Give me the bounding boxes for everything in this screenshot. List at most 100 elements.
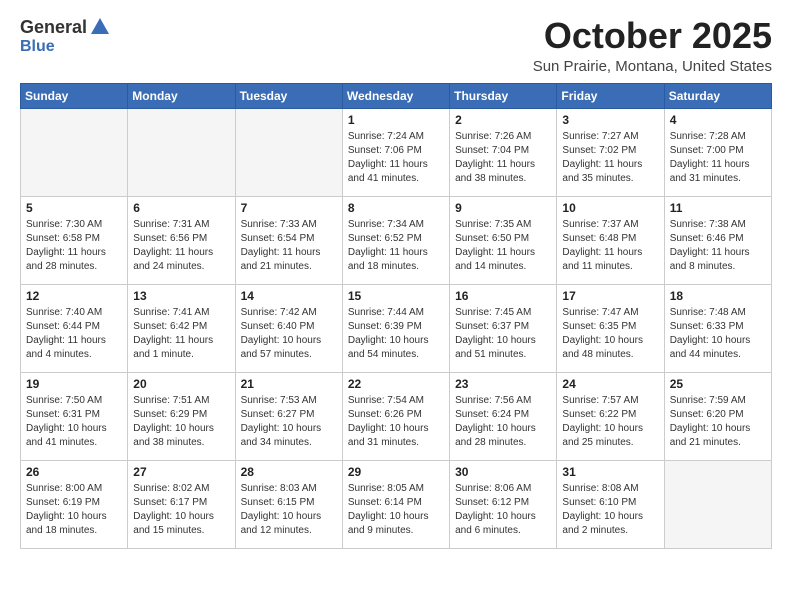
logo-blue-text: Blue xyxy=(20,38,55,56)
header: General Blue October 2025 Sun Prairie, M… xyxy=(20,16,772,75)
day-number: 15 xyxy=(348,289,444,303)
day-number: 10 xyxy=(562,201,658,215)
day-number: 22 xyxy=(348,377,444,391)
calendar-week-row: 5 Sunrise: 7:30 AMSunset: 6:58 PMDaylight… xyxy=(21,196,772,284)
calendar-table: Sunday Monday Tuesday Wednesday Thursday… xyxy=(20,83,772,549)
table-row: 9Sunrise: 7:35 AMSunset: 6:50 PMDaylight… xyxy=(450,196,557,284)
day-info: Sunrise: 8:06 AMSunset: 6:12 PMDaylight:… xyxy=(455,482,551,538)
weekday-header-row: Sunday Monday Tuesday Wednesday Thursday… xyxy=(21,83,772,108)
day-info: Sunrise: 7:57 AMSunset: 6:22 PMDaylight:… xyxy=(562,394,658,450)
day-info: Sunrise: 7:54 AMSunset: 6:26 PMDaylight:… xyxy=(348,394,444,450)
day-info: Sunrise: 7:56 AMSunset: 6:24 PMDaylight:… xyxy=(455,394,551,450)
day-number: 18 xyxy=(670,289,766,303)
header-saturday: Saturday xyxy=(664,83,771,108)
table-row: 5 Sunrise: 7:30 AMSunset: 6:58 PMDaylight… xyxy=(21,196,128,284)
day-number: 31 xyxy=(562,465,658,479)
day-number: 28 xyxy=(241,465,337,479)
day-info: Sunrise: 7:44 AMSunset: 6:39 PMDaylight:… xyxy=(348,306,444,362)
day-info: Sunrise: 8:02 AMSunset: 6:17 PMDaylight:… xyxy=(133,482,229,538)
day-number: 29 xyxy=(348,465,444,479)
table-row: 23Sunrise: 7:56 AMSunset: 6:24 PMDayligh… xyxy=(450,372,557,460)
table-row: 27Sunrise: 8:02 AMSunset: 6:17 PMDayligh… xyxy=(128,460,235,548)
calendar-week-row: 19 Sunrise: 7:50 AMSunset: 6:31 PMDayligh… xyxy=(21,372,772,460)
logo-icon xyxy=(89,16,111,38)
day-info: Sunrise: 7:34 AMSunset: 6:52 PMDaylight:… xyxy=(348,218,444,274)
table-row xyxy=(235,108,342,196)
day-number: 7 xyxy=(241,201,337,215)
day-number: 20 xyxy=(133,377,229,391)
table-row: 8 Sunrise: 7:34 AMSunset: 6:52 PMDaylight… xyxy=(342,196,449,284)
day-info: Sunrise: 7:30 AMSunset: 6:58 PMDaylight:… xyxy=(26,218,122,274)
day-number: 2 xyxy=(455,113,551,127)
table-row: 22 Sunrise: 7:54 AMSunset: 6:26 PMDayligh… xyxy=(342,372,449,460)
day-number: 11 xyxy=(670,201,766,215)
day-info: Sunrise: 7:37 AMSunset: 6:48 PMDaylight:… xyxy=(562,218,658,274)
day-info: Sunrise: 7:45 AMSunset: 6:37 PMDaylight:… xyxy=(455,306,551,362)
day-info: Sunrise: 7:53 AMSunset: 6:27 PMDaylight:… xyxy=(241,394,337,450)
table-row: 15 Sunrise: 7:44 AMSunset: 6:39 PMDayligh… xyxy=(342,284,449,372)
title-block: October 2025 Sun Prairie, Montana, Unite… xyxy=(533,16,772,75)
table-row: 29 Sunrise: 8:05 AMSunset: 6:14 PMDayligh… xyxy=(342,460,449,548)
table-row: 19 Sunrise: 7:50 AMSunset: 6:31 PMDayligh… xyxy=(21,372,128,460)
day-info: Sunrise: 7:38 AMSunset: 6:46 PMDaylight:… xyxy=(670,218,766,274)
day-info: Sunrise: 7:31 AMSunset: 6:56 PMDaylight:… xyxy=(133,218,229,274)
table-row: 28 Sunrise: 8:03 AMSunset: 6:15 PMDayligh… xyxy=(235,460,342,548)
header-wednesday: Wednesday xyxy=(342,83,449,108)
header-tuesday: Tuesday xyxy=(235,83,342,108)
location-subtitle: Sun Prairie, Montana, United States xyxy=(533,58,772,75)
calendar-week-row: 12Sunrise: 7:40 AMSunset: 6:44 PMDayligh… xyxy=(21,284,772,372)
table-row: 16 Sunrise: 7:45 AMSunset: 6:37 PMDayligh… xyxy=(450,284,557,372)
day-number: 26 xyxy=(26,465,122,479)
day-number: 24 xyxy=(562,377,658,391)
table-row: 7Sunrise: 7:33 AMSunset: 6:54 PMDaylight… xyxy=(235,196,342,284)
day-number: 4 xyxy=(670,113,766,127)
table-row: 26 Sunrise: 8:00 AMSunset: 6:19 PMDayligh… xyxy=(21,460,128,548)
day-number: 14 xyxy=(241,289,337,303)
day-number: 21 xyxy=(241,377,337,391)
day-info: Sunrise: 7:41 AMSunset: 6:42 PMDaylight:… xyxy=(133,306,229,362)
table-row: 24 Sunrise: 7:57 AMSunset: 6:22 PMDayligh… xyxy=(557,372,664,460)
month-title: October 2025 xyxy=(533,16,772,56)
day-info: Sunrise: 8:05 AMSunset: 6:14 PMDaylight:… xyxy=(348,482,444,538)
day-number: 13 xyxy=(133,289,229,303)
header-monday: Monday xyxy=(128,83,235,108)
day-number: 30 xyxy=(455,465,551,479)
day-number: 16 xyxy=(455,289,551,303)
day-number: 8 xyxy=(348,201,444,215)
table-row: 30 Sunrise: 8:06 AMSunset: 6:12 PMDayligh… xyxy=(450,460,557,548)
table-row: 17Sunrise: 7:47 AMSunset: 6:35 PMDayligh… xyxy=(557,284,664,372)
day-number: 5 xyxy=(26,201,122,215)
day-info: Sunrise: 7:59 AMSunset: 6:20 PMDaylight:… xyxy=(670,394,766,450)
logo-general-text: General xyxy=(20,18,87,36)
day-info: Sunrise: 8:00 AMSunset: 6:19 PMDaylight:… xyxy=(26,482,122,538)
day-number: 1 xyxy=(348,113,444,127)
day-number: 19 xyxy=(26,377,122,391)
calendar-week-row: 1 Sunrise: 7:24 AMSunset: 7:06 PMDaylight… xyxy=(21,108,772,196)
table-row: 14 Sunrise: 7:42 AMSunset: 6:40 PMDayligh… xyxy=(235,284,342,372)
day-info: Sunrise: 7:28 AMSunset: 7:00 PMDaylight:… xyxy=(670,130,766,186)
table-row: 31Sunrise: 8:08 AMSunset: 6:10 PMDayligh… xyxy=(557,460,664,548)
day-info: Sunrise: 7:24 AMSunset: 7:06 PMDaylight:… xyxy=(348,130,444,186)
table-row: 6Sunrise: 7:31 AMSunset: 6:56 PMDaylight… xyxy=(128,196,235,284)
header-thursday: Thursday xyxy=(450,83,557,108)
table-row xyxy=(21,108,128,196)
day-info: Sunrise: 7:40 AMSunset: 6:44 PMDaylight:… xyxy=(26,306,122,362)
day-info: Sunrise: 7:42 AMSunset: 6:40 PMDaylight:… xyxy=(241,306,337,362)
day-number: 17 xyxy=(562,289,658,303)
table-row: 11 Sunrise: 7:38 AMSunset: 6:46 PMDayligh… xyxy=(664,196,771,284)
table-row xyxy=(128,108,235,196)
header-friday: Friday xyxy=(557,83,664,108)
day-info: Sunrise: 7:51 AMSunset: 6:29 PMDaylight:… xyxy=(133,394,229,450)
day-number: 25 xyxy=(670,377,766,391)
table-row: 10 Sunrise: 7:37 AMSunset: 6:48 PMDayligh… xyxy=(557,196,664,284)
day-info: Sunrise: 7:50 AMSunset: 6:31 PMDaylight:… xyxy=(26,394,122,450)
table-row: 18Sunrise: 7:48 AMSunset: 6:33 PMDayligh… xyxy=(664,284,771,372)
day-info: Sunrise: 7:27 AMSunset: 7:02 PMDaylight:… xyxy=(562,130,658,186)
day-info: Sunrise: 7:35 AMSunset: 6:50 PMDaylight:… xyxy=(455,218,551,274)
day-info: Sunrise: 8:03 AMSunset: 6:15 PMDaylight:… xyxy=(241,482,337,538)
day-info: Sunrise: 7:26 AMSunset: 7:04 PMDaylight:… xyxy=(455,130,551,186)
table-row xyxy=(664,460,771,548)
table-row: 20 Sunrise: 7:51 AMSunset: 6:29 PMDayligh… xyxy=(128,372,235,460)
table-row: 21 Sunrise: 7:53 AMSunset: 6:27 PMDayligh… xyxy=(235,372,342,460)
table-row: 3Sunrise: 7:27 AMSunset: 7:02 PMDaylight… xyxy=(557,108,664,196)
